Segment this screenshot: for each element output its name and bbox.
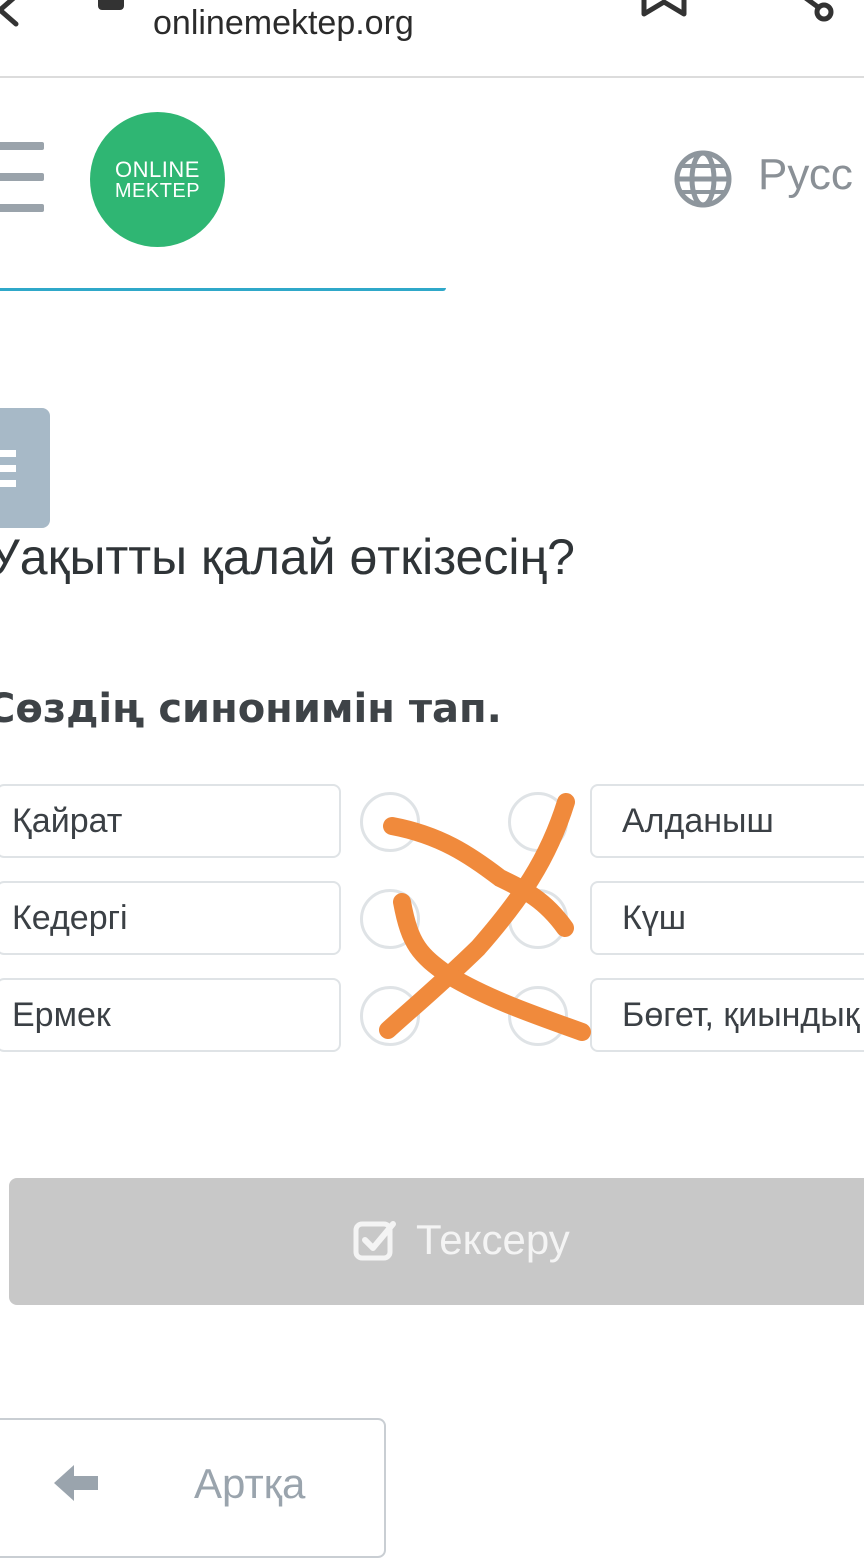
left-connector-3[interactable] (360, 986, 420, 1046)
left-connector-1[interactable] (360, 792, 420, 852)
left-word-3[interactable]: Ермек (0, 978, 341, 1052)
right-connector-3[interactable] (508, 986, 568, 1046)
left-connector-2[interactable] (360, 889, 420, 949)
lesson-menu-button[interactable] (0, 408, 50, 528)
right-connector-1[interactable] (508, 792, 568, 852)
bookmark-icon[interactable] (640, 0, 690, 20)
checkbox-check-icon (353, 1221, 396, 1261)
logo[interactable]: ONLINE MEKTEP (90, 112, 225, 247)
arrow-left-icon (54, 1465, 98, 1501)
right-word-2[interactable]: Күш (590, 881, 864, 955)
globe-icon[interactable] (673, 149, 733, 209)
left-word-1[interactable]: Қайрат (0, 784, 341, 858)
share-icon[interactable] (782, 0, 842, 24)
back-button-label: Артқа (194, 1460, 306, 1507)
url-text[interactable]: onlinemektep.org (153, 4, 414, 43)
list-icon (0, 450, 16, 487)
lesson-title: Уақытты қалай өткізесің? (0, 529, 575, 585)
right-connector-2[interactable] (508, 889, 568, 949)
right-word-3[interactable]: Бөгет, қиындық (590, 978, 864, 1052)
back-icon[interactable] (0, 0, 24, 34)
search-underline (0, 288, 446, 291)
menu-icon[interactable] (0, 140, 48, 216)
check-button-label: Тексеру (416, 1216, 570, 1263)
task-instruction: Сөздің синонимін тап. (0, 686, 502, 732)
right-word-1[interactable]: Алданыш (590, 784, 864, 858)
tabs-icon[interactable] (96, 0, 130, 14)
language-selector[interactable]: Русс (758, 150, 853, 200)
browser-address-bar: onlinemektep.org (0, 0, 864, 78)
left-word-2[interactable]: Кедергі (0, 881, 341, 955)
logo-line-2: MEKTEP (114, 180, 201, 202)
